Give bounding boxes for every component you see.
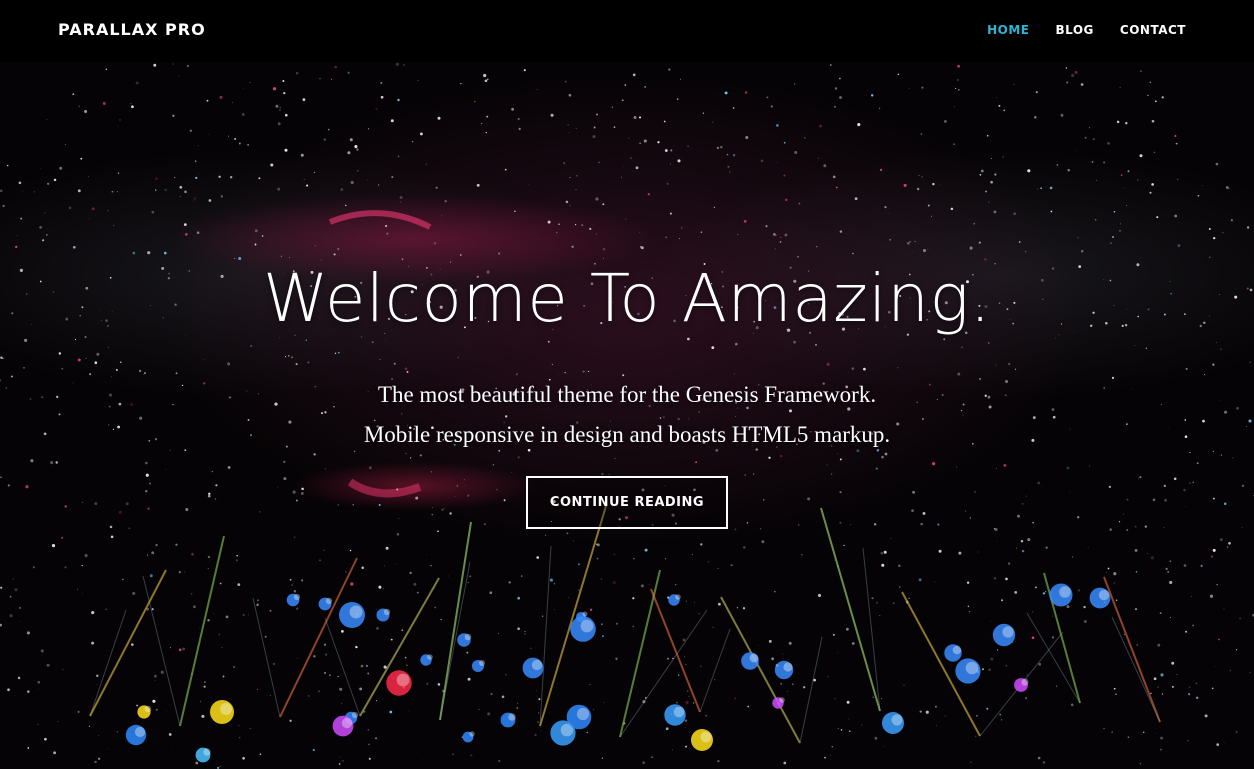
page: PARALLAX PRO HOME BLOG CONTACT Welcome T… [0, 0, 1254, 769]
hero-subtitle-line-2: Mobile responsive in design and boasts H… [363, 422, 891, 447]
site-header: PARALLAX PRO HOME BLOG CONTACT [0, 0, 1254, 62]
continue-reading-button[interactable]: CONTINUE READING [526, 476, 728, 529]
site-title-link[interactable]: PARALLAX PRO [58, 20, 206, 39]
hero-title: Welcome To Amazing. [262, 260, 992, 337]
primary-nav: HOME BLOG CONTACT [987, 23, 1186, 37]
hero-subtitle-line-1: The most beautiful theme for the Genesis… [377, 382, 877, 407]
nav-item-contact[interactable]: CONTACT [1120, 23, 1186, 37]
hero-content: Welcome To Amazing. The most beautiful t… [0, 62, 1254, 769]
nav-item-home[interactable]: HOME [987, 23, 1029, 37]
nav-item-blog[interactable]: BLOG [1055, 23, 1093, 37]
hero-section: Welcome To Amazing. The most beautiful t… [0, 62, 1254, 769]
